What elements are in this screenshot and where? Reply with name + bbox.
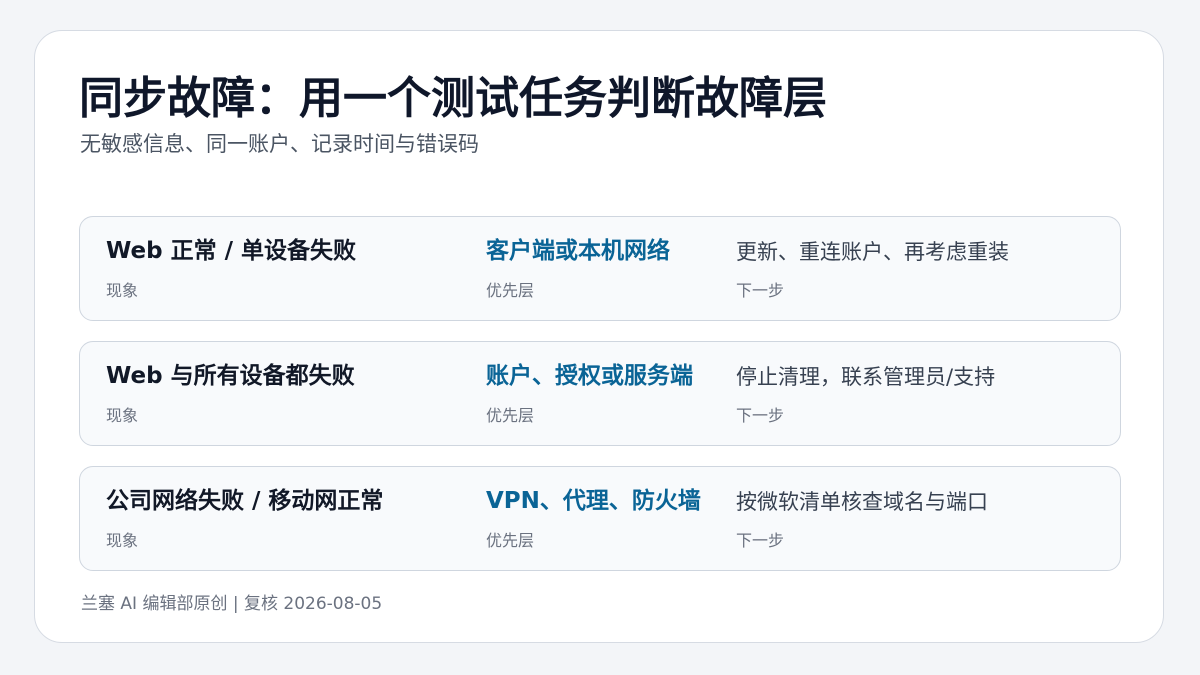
next-step-value: 停止清理，联系管理员/支持 (736, 365, 996, 389)
layer-value: 客户端或本机网络 (486, 238, 670, 264)
next-step-label: 下一步 (736, 406, 785, 425)
next-step-value: 更新、重连账户、再考虑重装 (736, 240, 1009, 264)
phenomenon-value: Web 与所有设备都失败 (106, 363, 355, 389)
next-step-label: 下一步 (736, 281, 785, 300)
next-step-value: 按微软清单核查域名与端口 (736, 490, 988, 514)
diagnosis-row: 公司网络失败 / 移动网正常 现象 VPN、代理、防火墙 优先层 按微软清单核查… (79, 466, 1121, 571)
next-step-label: 下一步 (736, 531, 785, 550)
layer-label: 优先层 (486, 406, 535, 425)
phenomenon-value: Web 正常 / 单设备失败 (106, 238, 357, 264)
phenomenon-label: 现象 (106, 281, 139, 300)
layer-value: 账户、授权或服务端 (486, 363, 693, 389)
phenomenon-value: 公司网络失败 / 移动网正常 (106, 488, 384, 514)
page-subtitle: 无敏感信息、同一账户、记录时间与错误码 (80, 132, 479, 156)
page-title: 同步故障：用一个测试任务判断故障层 (79, 73, 827, 124)
diagnosis-row: Web 与所有设备都失败 现象 账户、授权或服务端 优先层 停止清理，联系管理员… (79, 341, 1121, 446)
phenomenon-label: 现象 (106, 406, 139, 425)
layer-value: VPN、代理、防火墙 (486, 488, 701, 514)
footer-credit: 兰塞 AI 编辑部原创 | 复核 2026-08-05 (81, 594, 383, 614)
layer-label: 优先层 (486, 531, 535, 550)
layer-label: 优先层 (486, 281, 535, 300)
content-card: 同步故障：用一个测试任务判断故障层 无敏感信息、同一账户、记录时间与错误码 We… (34, 30, 1164, 643)
phenomenon-label: 现象 (106, 531, 139, 550)
diagnosis-row: Web 正常 / 单设备失败 现象 客户端或本机网络 优先层 更新、重连账户、再… (79, 216, 1121, 321)
